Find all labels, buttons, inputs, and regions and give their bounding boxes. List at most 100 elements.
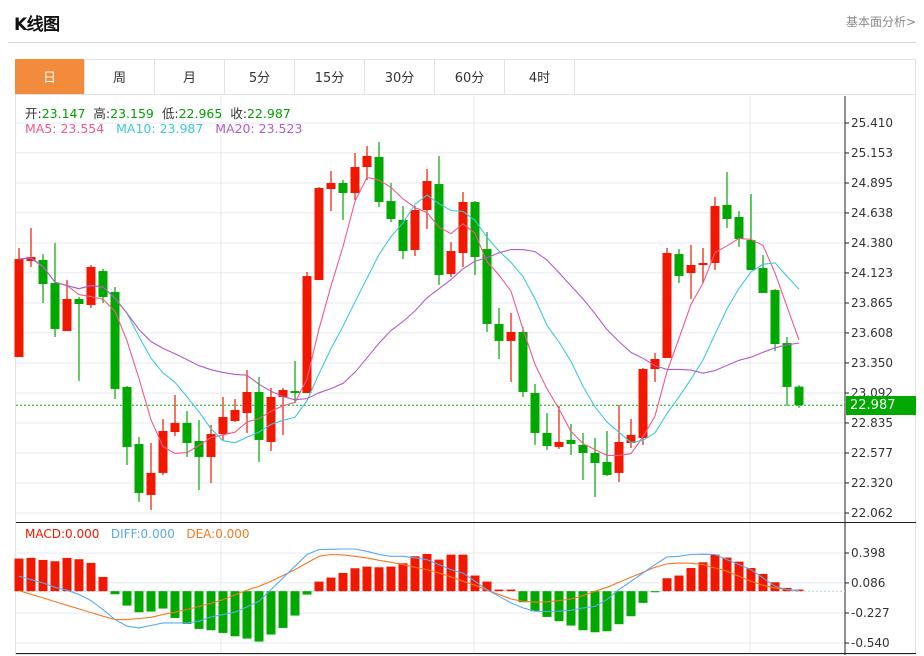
candle-body [302,276,312,394]
macd-bar [662,578,672,592]
candle-body [746,240,756,271]
macd-bar [590,591,600,633]
macd-bar [278,591,288,628]
macd-bar [350,568,360,592]
macd-tick-label: 0.086 [851,575,886,590]
macd-bar [218,591,228,633]
ma-legend: MA5: 23.554 MA10: 23.987 MA20: 23.523 [25,121,302,136]
candle-body [722,205,732,219]
candle-body [734,217,744,240]
macd-bar [410,556,420,592]
macd-bar [626,591,636,617]
price-tick-label: 22.577 [851,446,893,460]
candle-body [254,391,264,440]
ma5-legend: MA5: 23.554 [25,121,105,136]
candle-body [794,386,804,406]
candle-body [566,439,576,445]
macd-bar [230,591,240,637]
candle-body [470,201,480,257]
candle-body [338,182,348,194]
candle-body [122,386,132,447]
candle-body [446,251,456,274]
candle-body [506,331,516,341]
high-value: 23.159 [110,106,154,121]
macd-bar [758,573,768,592]
candle-body [290,391,300,394]
candle-body [266,396,276,442]
macd-legend: MACD:0.000 DIFF:0.000 DEA:0.000 [25,527,250,541]
macd-bar [614,591,624,625]
candle-body [614,441,624,473]
macd-bar [530,591,540,612]
candle-body [326,182,336,190]
dea-value: DEA:0.000 [186,527,250,541]
macd-bar [686,567,696,592]
candle-body [278,389,288,397]
price-tick-label: 23.608 [851,325,893,340]
candle-body [350,167,360,194]
ma10-legend: MA10: 23.987 [116,121,204,136]
macd-bar [134,591,144,613]
macd-bar [398,563,408,592]
candle-body [230,410,240,421]
open-label: 开: [25,106,42,121]
macd-bar [638,591,648,603]
kline-chart[interactable] [0,0,924,656]
price-tick-label: 23.350 [851,355,893,370]
macd-bar [110,591,120,595]
price-tick-label: 24.123 [851,265,893,280]
price-tick-label: 25.410 [851,116,893,130]
macd-bar [362,566,372,592]
candle-body [638,369,648,438]
macd-bar [206,591,216,631]
candle-body [386,201,396,219]
last-price-label: 22.987 [846,396,916,415]
macd-bar [14,558,24,592]
candle-body [578,444,588,454]
macd-bar [38,559,48,592]
macd-bar [146,591,156,612]
price-tick-label: 22.062 [851,506,893,520]
candle-body [458,201,468,253]
ma20-legend: MA20: 23.523 [215,121,303,136]
candle-body [398,220,408,252]
close-label: 收: [230,106,247,121]
macd-bar [326,577,336,592]
macd-bar [86,562,96,592]
macd-bar [566,591,576,626]
candle-body [362,155,372,168]
macd-bar [542,591,552,617]
macd-bar [158,591,168,609]
candle-body [62,299,72,332]
price-tick-label: 22.320 [851,475,893,490]
candle-body [242,391,252,414]
candle-body [74,299,84,305]
macd-bar [650,591,660,593]
candle-body [110,292,120,389]
candle-body [38,259,48,284]
macd-bar [338,572,348,592]
macd-bar [374,567,384,592]
macd-bar [722,557,732,592]
macd-bar [290,591,300,616]
open-value: 23.147 [41,106,86,121]
macd-bar [506,589,516,592]
candle-body [134,444,144,493]
macd-bar [122,591,132,606]
candle-body [158,430,168,473]
candle-body [674,254,684,277]
low-value: 22.965 [178,106,223,121]
macd-bar [674,575,684,592]
macd-bar [26,557,36,592]
macd-bar [242,591,252,639]
price-tick-label: 23.865 [851,295,893,310]
candle-body [170,422,180,433]
macd-value: MACD:0.000 [25,527,100,541]
close-value: 22.987 [246,106,291,121]
candle-body [182,422,192,443]
candle-body [782,343,792,387]
macd-bar [554,591,564,622]
macd-tick-label: -0.227 [851,605,890,620]
diff-value: DIFF:0.000 [110,527,175,541]
price-tick-label: 24.895 [851,175,893,190]
